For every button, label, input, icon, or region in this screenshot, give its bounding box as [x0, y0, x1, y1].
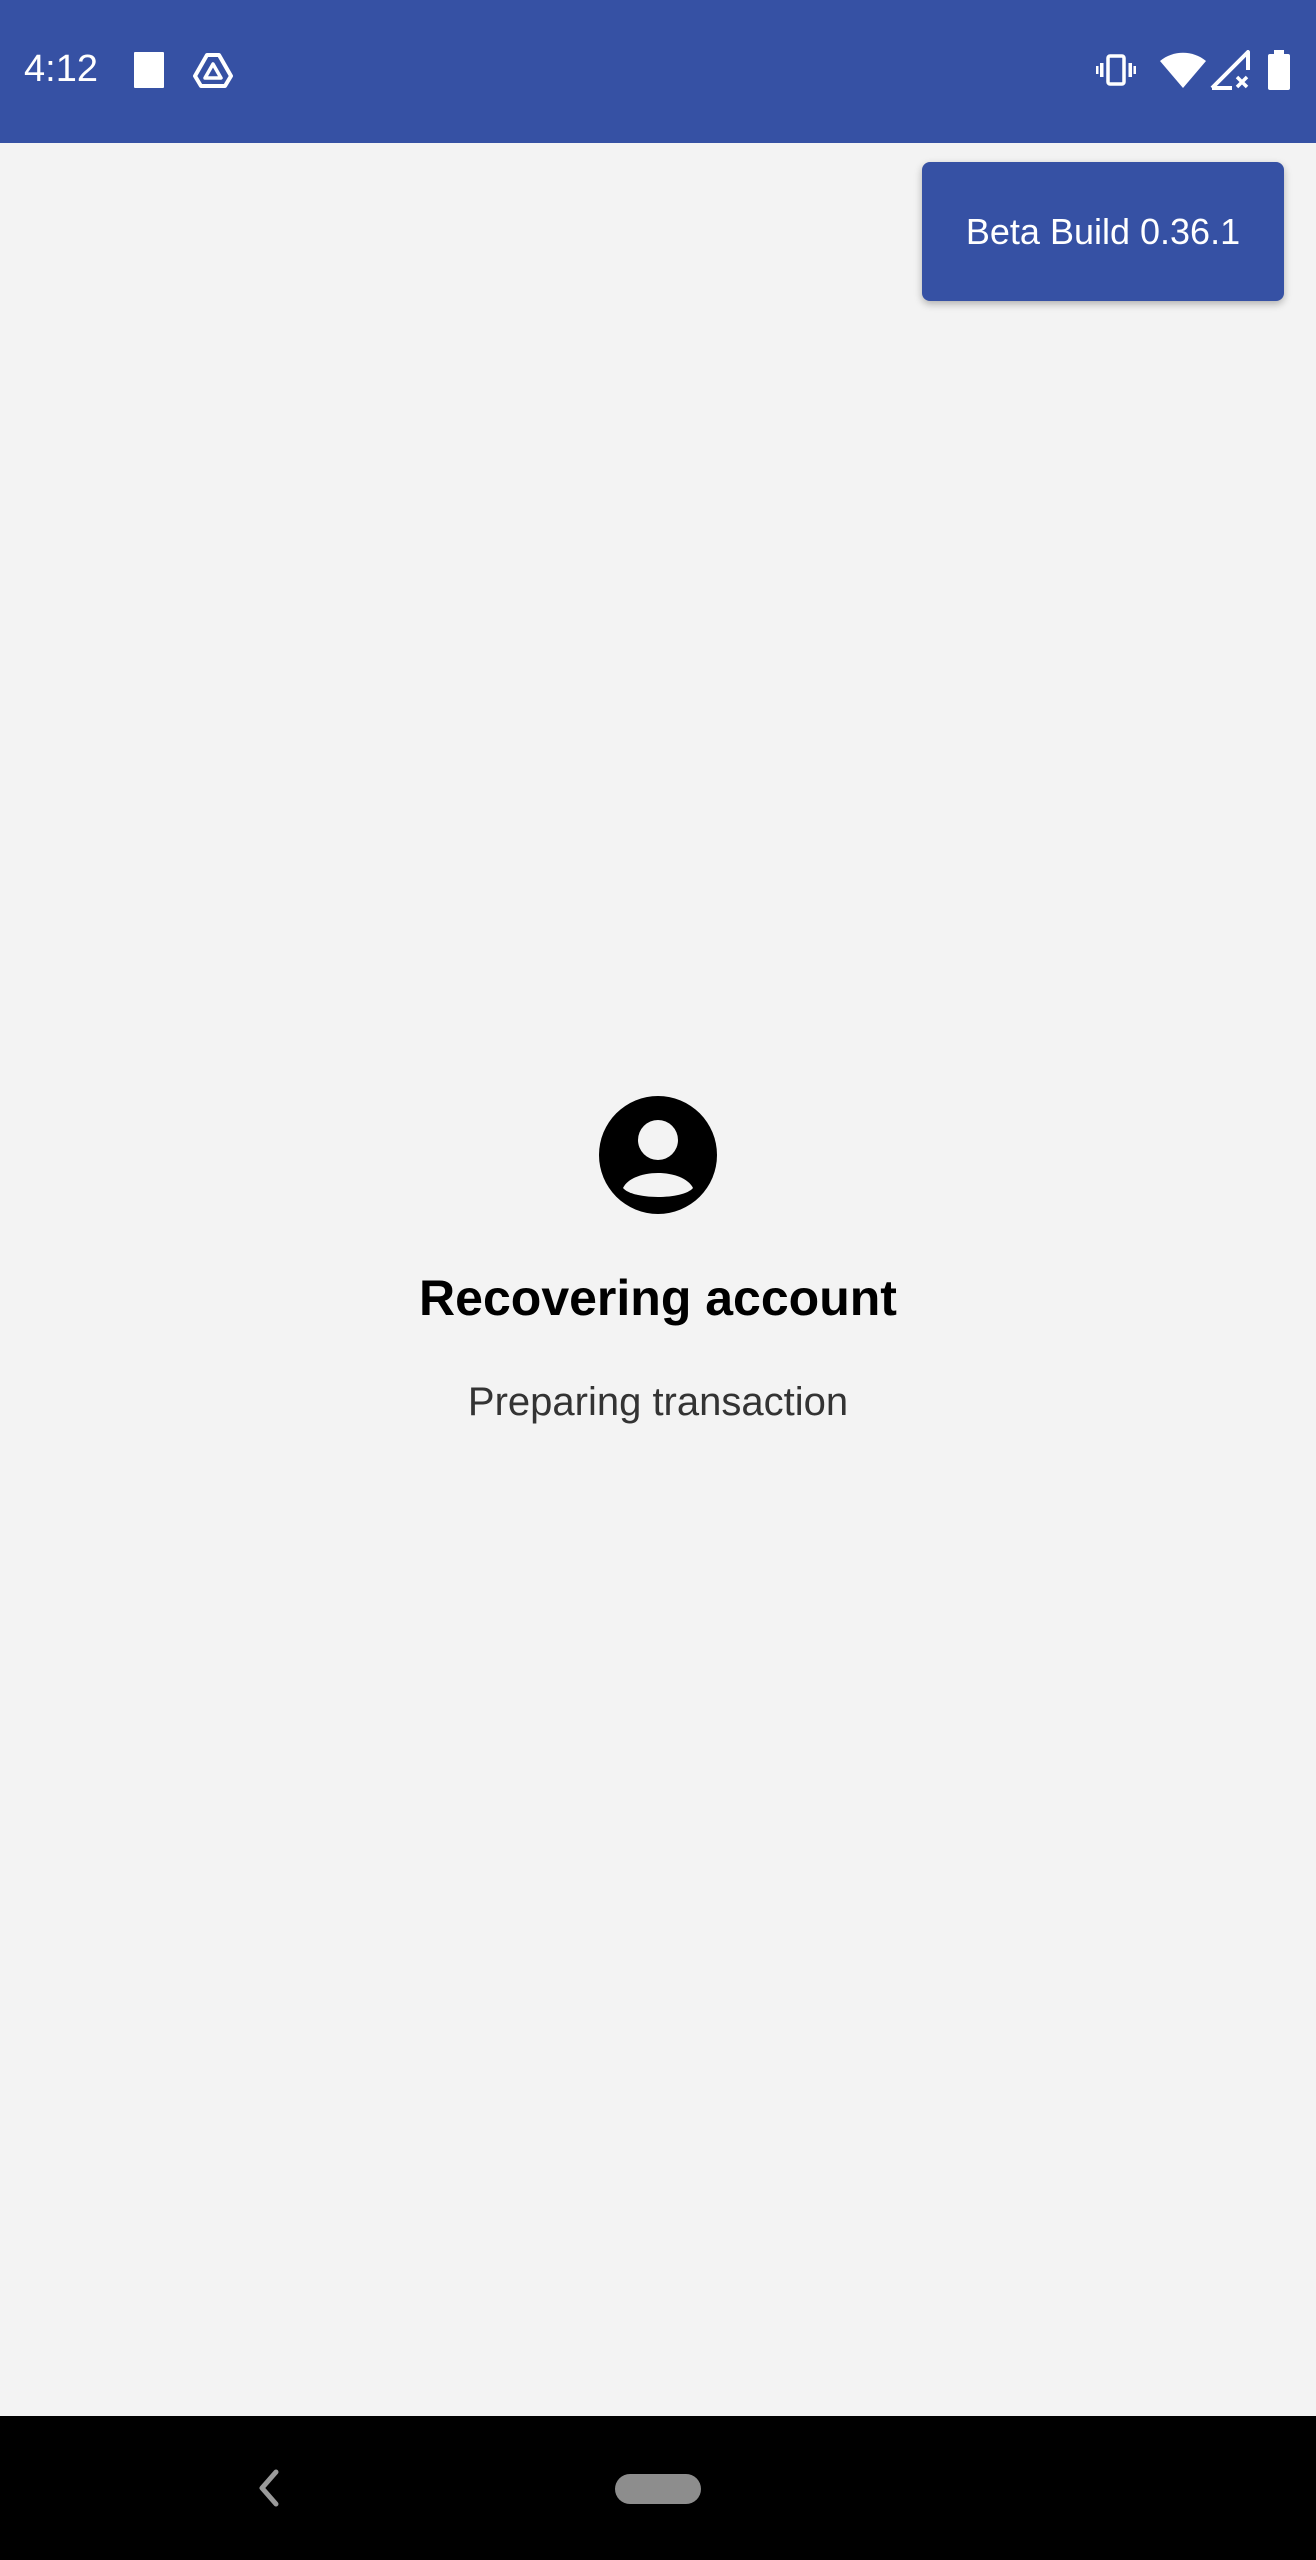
drive-icon [193, 50, 233, 90]
home-pill-icon[interactable] [615, 2474, 701, 2504]
beta-build-label: Beta Build 0.36.1 [965, 210, 1241, 252]
status-message: Preparing transaction [467, 1380, 849, 1424]
wifi-icon [1160, 50, 1206, 90]
cellular-no-signal-icon [1210, 50, 1252, 90]
beta-build-badge[interactable]: Beta Build 0.36.1 [922, 162, 1284, 301]
recovery-status: Recovering account Preparing transaction [0, 1096, 1316, 1426]
account-circle-icon [599, 1096, 717, 1214]
status-bar: 4:12 [0, 0, 1316, 143]
back-chevron-icon[interactable] [246, 2462, 290, 2514]
sd-card-icon [130, 50, 170, 90]
status-time: 4:12 [24, 48, 98, 90]
screen: 4:12 Beta Build 0.36.1 Recovering accoun… [0, 0, 1316, 2560]
page-title: Recovering account [419, 1270, 897, 1326]
vibrate-icon [1096, 50, 1136, 90]
battery-icon [1264, 50, 1294, 90]
